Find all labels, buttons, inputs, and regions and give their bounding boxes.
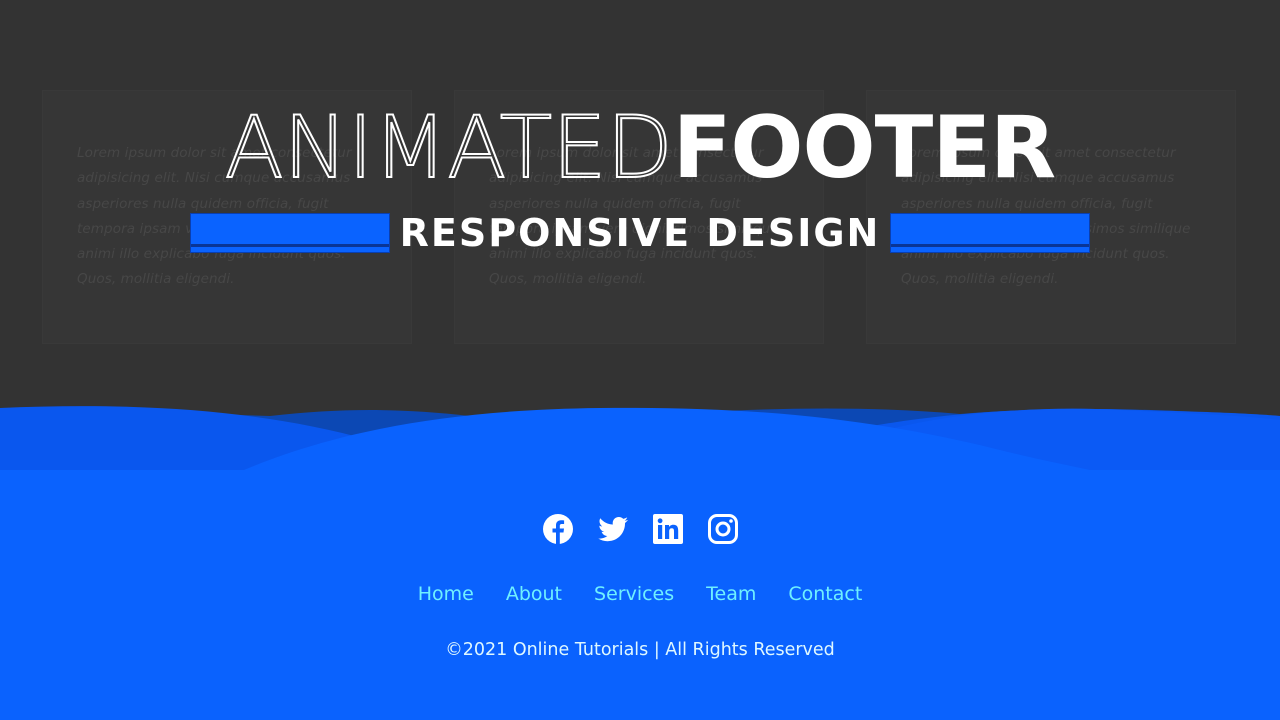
copyright-text: ©2021 Online Tutorials | All Rights Rese… bbox=[445, 640, 835, 660]
social-icons bbox=[0, 513, 1280, 545]
accent-bar-left bbox=[189, 213, 390, 253]
accent-bar-right bbox=[890, 213, 1091, 253]
menu-item-about: About bbox=[506, 583, 562, 605]
menu-item-team: Team bbox=[706, 583, 756, 605]
menu-link-services[interactable]: Services bbox=[594, 583, 674, 605]
menu-link-about[interactable]: About bbox=[506, 583, 562, 605]
twitter-icon[interactable] bbox=[597, 513, 629, 545]
menu-link-team[interactable]: Team bbox=[706, 583, 756, 605]
linkedin-icon[interactable] bbox=[652, 513, 684, 545]
facebook-icon[interactable] bbox=[542, 513, 574, 545]
menu-link-home[interactable]: Home bbox=[418, 583, 474, 605]
title-thin: ANIMATED bbox=[224, 98, 674, 198]
overlay-subtitle: RESPONSIVE DESIGN bbox=[0, 211, 1280, 255]
instagram-icon[interactable] bbox=[707, 513, 739, 545]
footer-menu: Home About Services Team Contact bbox=[0, 583, 1280, 605]
title-bold: FOOTER bbox=[672, 98, 1057, 198]
menu-item-home: Home bbox=[418, 583, 474, 605]
menu-item-contact: Contact bbox=[788, 583, 862, 605]
menu-link-contact[interactable]: Contact bbox=[788, 583, 862, 605]
overlay-title: ANIMATEDFOOTER bbox=[0, 98, 1280, 198]
subtitle-text: RESPONSIVE DESIGN bbox=[399, 211, 881, 255]
menu-item-services: Services bbox=[594, 583, 674, 605]
